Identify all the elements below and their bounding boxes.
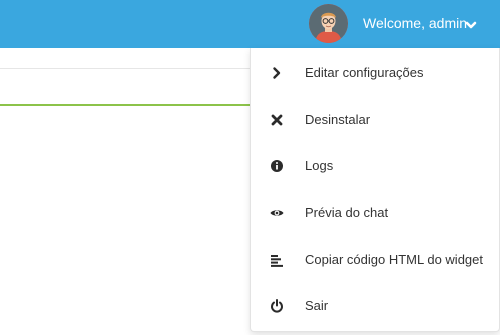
align-left-icon [270,253,284,267]
menu-item-edit-settings[interactable]: Editar configurações [251,53,499,93]
menu-item-logout[interactable]: Sair [251,286,499,326]
close-icon [270,113,284,127]
menu-item-logs[interactable]: Logs [251,146,499,186]
menu-item-label: Logs [305,158,334,173]
menu-item-label: Desinstalar [305,112,371,127]
top-bar: Welcome, admin [0,0,500,48]
menu-item-label: Sair [305,298,329,313]
menu-item-copy-widget-html[interactable]: Copiar código HTML do widget [251,240,499,280]
user-avatar-icon [309,4,348,43]
chevron-right-icon [270,66,284,80]
eye-icon [270,206,284,220]
menu-item-label: Prévia do chat [305,205,389,220]
menu-item-label: Editar configurações [305,65,424,80]
power-icon [270,299,284,313]
menu-item-chat-preview[interactable]: Prévia do chat [251,193,499,233]
content-accent-line [0,104,250,106]
welcome-text[interactable]: Welcome, admin [363,15,467,31]
chevron-down-icon[interactable] [464,18,478,32]
content-divider [0,68,250,69]
user-menu-toggle[interactable]: Welcome, admin [305,0,500,48]
menu-item-uninstall[interactable]: Desinstalar [251,100,499,140]
menu-item-label: Copiar código HTML do widget [305,252,483,267]
user-dropdown-menu: Editar configurações Desinstalar Logs Pr… [250,48,500,332]
avatar[interactable] [309,4,348,43]
info-icon [270,159,284,173]
